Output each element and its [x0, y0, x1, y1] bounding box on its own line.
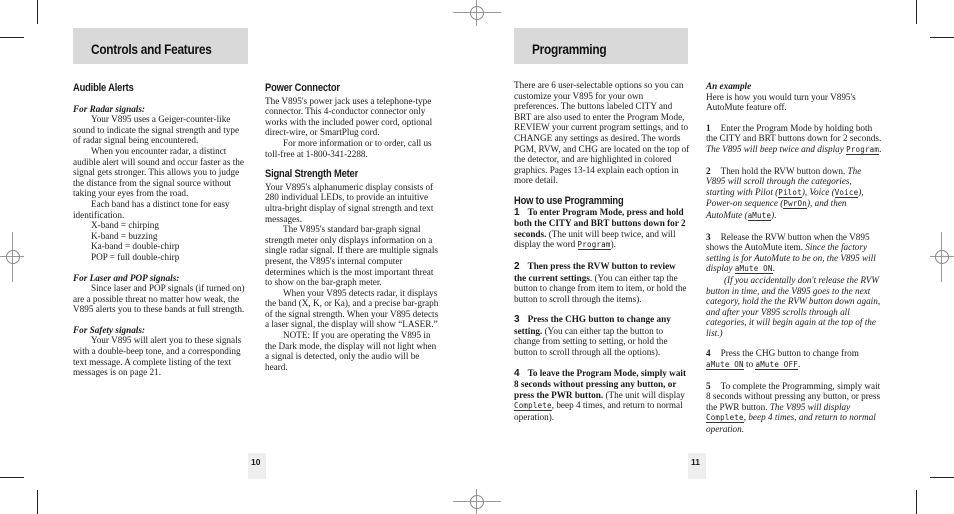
step-italic: The V895 will beep twice and display [706, 143, 847, 154]
step-number: 3 [514, 314, 520, 326]
step-italic: ), Voice ( [801, 186, 835, 197]
example-step-4: 4 Press the CHG button to change from aMu… [706, 348, 859, 371]
step-number: 2 [514, 260, 520, 272]
paragraph: When your V895 detects radar, it display… [265, 287, 439, 330]
example-step-3: 3 Release the RVW button when the V895 sh… [706, 231, 876, 275]
example-step-1: 1 Enter the Program Mode by holding both … [706, 122, 882, 155]
page-number: 10 [251, 457, 261, 467]
paragraph: NOTE: If you are operating the V895 in t… [265, 330, 437, 372]
lcd-display-text: aMute OFF [755, 360, 798, 371]
step-1: 1 To enter Program Mode, press and hold b… [514, 207, 690, 251]
paragraph: There are 6 user-selectable options so y… [514, 80, 690, 186]
band-item: K-band = buzzing [91, 230, 158, 241]
paragraph: Your V895 will alert you to these signal… [73, 335, 242, 378]
step-text-end: ). [610, 239, 616, 250]
crop-mark [0, 477, 24, 478]
lcd-display-text: Voice [834, 187, 859, 198]
example-step-2: 2 Then hold the RVW button down. The V895… [706, 166, 882, 222]
step-4: 4 To leave the Program Mode, simply wait … [514, 368, 690, 423]
paragraph: Here is how you would turn your V895's A… [706, 91, 856, 113]
crop-mark [916, 0, 917, 24]
paragraph: The V895's standard bar-graph signal str… [265, 224, 438, 288]
lcd-display-text: aMute ON [734, 264, 773, 275]
crop-mark [930, 37, 954, 38]
crop-mark [930, 477, 954, 478]
section-heading: Signal Strength Meter [265, 168, 359, 181]
step-number: 3 [706, 231, 711, 242]
section-heading: How to use Programming [514, 194, 624, 207]
paragraph: Your V895 uses a Geiger-counter-like sou… [73, 114, 240, 146]
subheading: An example [706, 81, 752, 91]
step-text: Enter the Program Mode by holding both t… [706, 122, 882, 144]
page-title-bar: Controls and Features [73, 28, 248, 64]
page-title: Programming [532, 42, 607, 57]
step-number: 1 [514, 206, 520, 218]
band-item: X-band = chirping [91, 220, 159, 231]
page-title: Controls and Features [91, 42, 212, 57]
step-text: Press the CHG button to change from [720, 348, 859, 359]
band-item: Ka-band = double-chirp [91, 241, 180, 252]
page-title-bar: Programming [514, 28, 688, 64]
paragraph: Each band has a distinct tone for easy i… [73, 198, 230, 220]
example-column: An example Here is how you would turn yo… [706, 81, 882, 435]
step-number: 2 [706, 165, 711, 176]
paragraph: The V895's power jack uses a telephone-t… [265, 95, 433, 138]
step-text: (The unit will display [603, 389, 685, 400]
subheading: For Radar signals: [73, 103, 145, 114]
audible-alerts-column: Audible Alerts For Radar signals: Your V… [73, 83, 248, 378]
lcd-display-text: Pilot [778, 187, 802, 198]
step-italic: ). [771, 209, 777, 220]
band-item: POP = full double-chirp [91, 251, 180, 262]
paragraph: For more information or to order, call u… [265, 137, 432, 159]
step-text: Then hold the RVW button down. [720, 165, 848, 176]
crop-mark [916, 490, 917, 514]
subheading: For Safety signals: [73, 324, 145, 335]
crop-mark [37, 0, 38, 24]
lcd-display-text: Complete [514, 401, 552, 412]
step-number: 5 [706, 380, 711, 391]
example-note: (If you accidentally don't release the R… [706, 275, 882, 339]
step-text: to [743, 359, 756, 370]
page-number: 11 [691, 457, 700, 467]
lcd-display-text: Program [846, 144, 880, 155]
page-number-box: 11 [688, 453, 706, 479]
subheading: For Laser and POP signals: [73, 272, 180, 283]
paragraph: Your V895's alphanumeric display consist… [265, 181, 434, 224]
step-3: 3 Press the CHG button to change any sett… [514, 314, 690, 357]
step-2: 2 Then press the RVW button to review the… [514, 261, 690, 304]
section-heading: Power Connector [265, 82, 340, 94]
step-number: 1 [706, 122, 711, 133]
paragraph: Since laser and POP signals (if turned o… [73, 283, 245, 315]
lcd-display-text: Complete [706, 413, 744, 424]
lcd-display-text: Program [577, 240, 611, 251]
step-number: 4 [514, 367, 520, 379]
note-italic: (If you accidentally don't release the R… [706, 274, 881, 338]
crop-mark [37, 490, 38, 514]
lcd-display-text: aMute [747, 210, 772, 221]
programming-column: There are 6 user-selectable options so y… [514, 80, 690, 423]
power-signal-column: Power Connector The V895's power jack us… [265, 83, 442, 372]
paragraph: When you encounter radar, a distinct aud… [73, 145, 244, 199]
lcd-display-text: aMute ON [706, 360, 744, 371]
step-number: 4 [706, 348, 711, 359]
lcd-display-text: PwrOn [783, 199, 807, 210]
example-step-5: 5 To complete the Programming, simply wai… [706, 381, 882, 435]
step-italic: The V895 will display [769, 401, 851, 412]
page-number-box: 10 [248, 453, 266, 479]
crop-mark [0, 37, 24, 38]
section-heading: Audible Alerts [73, 82, 134, 94]
